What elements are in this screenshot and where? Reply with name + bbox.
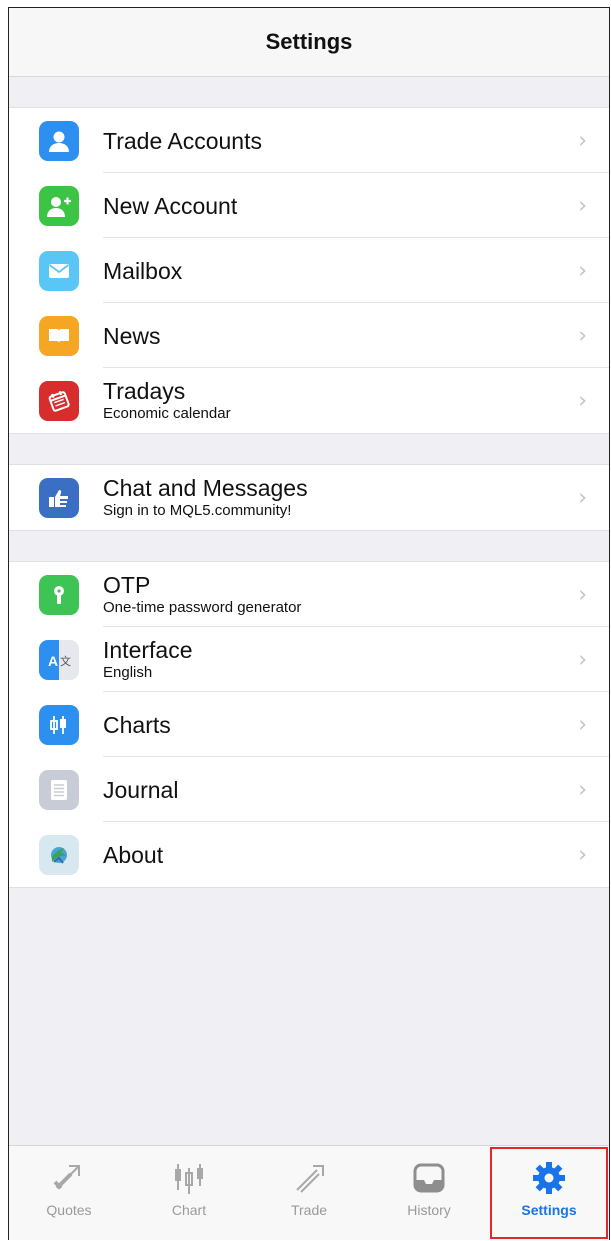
- mail-icon: [39, 250, 79, 291]
- gear-icon: [533, 1162, 565, 1194]
- tradays-item[interactable]: Tradays Economic calendar ›: [9, 368, 609, 433]
- add-person-icon: [39, 185, 79, 226]
- thumbs-up-icon: [39, 477, 79, 518]
- chevron-right-icon: ›: [578, 712, 587, 737]
- tab-trade[interactable]: Trade: [249, 1146, 369, 1240]
- item-label: New Account: [103, 192, 238, 219]
- item-label: About: [103, 841, 164, 868]
- mailbox-item[interactable]: Mailbox ›: [9, 238, 609, 303]
- otp-item[interactable]: OTP One-time password generator ›: [9, 562, 609, 627]
- chevron-right-icon: ›: [578, 582, 587, 607]
- chat-and-messages-item[interactable]: Chat and Messages Sign in to MQL5.commun…: [9, 465, 609, 530]
- chart-candles-icon: [175, 1164, 203, 1194]
- item-subtitle: English: [103, 664, 153, 681]
- item-label: Charts: [103, 711, 171, 738]
- interface-item[interactable]: A文 Interface English ›: [9, 627, 609, 692]
- book-icon: [39, 315, 79, 356]
- chevron-right-icon: ›: [578, 323, 587, 348]
- tab-label: History: [407, 1202, 451, 1218]
- item-subtitle: Sign in to MQL5.community!: [103, 502, 292, 519]
- trade-accounts-item[interactable]: Trade Accounts ›: [9, 108, 609, 173]
- chevron-right-icon: ›: [578, 647, 587, 672]
- about-item[interactable]: About ›: [9, 822, 609, 887]
- tab-quotes[interactable]: Quotes: [9, 1146, 129, 1240]
- chevron-right-icon: ›: [578, 777, 587, 802]
- chevron-right-icon: ›: [578, 485, 587, 510]
- svg-text:文: 文: [60, 654, 71, 668]
- person-icon: [39, 120, 79, 161]
- settings-screen: Settings Trade Accounts › New Account › …: [8, 7, 610, 1240]
- item-label: OTP: [103, 572, 151, 598]
- item-label: Chat and Messages: [103, 475, 308, 501]
- item-label: News: [103, 322, 161, 349]
- history-inbox-icon: [413, 1163, 445, 1193]
- svg-text:A: A: [48, 653, 58, 669]
- settings-group-accounts: Trade Accounts › New Account › Mailbox ›…: [9, 107, 609, 434]
- news-item[interactable]: News ›: [9, 303, 609, 368]
- chevron-right-icon: ›: [578, 128, 587, 153]
- item-label: Mailbox: [103, 257, 183, 284]
- tab-label: Settings: [521, 1202, 577, 1218]
- page-title: Settings: [265, 29, 353, 54]
- journal-icon: [39, 769, 79, 810]
- item-subtitle: Economic calendar: [103, 405, 231, 422]
- charts-item[interactable]: Charts ›: [9, 692, 609, 757]
- trade-icon: [296, 1165, 324, 1193]
- tab-history[interactable]: History: [369, 1146, 489, 1240]
- key-icon: [39, 574, 79, 615]
- tab-settings[interactable]: Settings: [489, 1146, 609, 1240]
- new-account-item[interactable]: New Account ›: [9, 173, 609, 238]
- tab-label: Chart: [171, 1202, 207, 1218]
- candlestick-icon: [39, 704, 79, 745]
- navigation-bar: Settings: [9, 8, 609, 77]
- mt-logo-icon: [39, 834, 79, 875]
- tab-bar: Quotes Chart Trade History Settings: [9, 1145, 609, 1240]
- settings-group-community: Chat and Messages Sign in to MQL5.commun…: [9, 464, 609, 531]
- item-label: Tradays: [103, 378, 186, 404]
- chevron-right-icon: ›: [578, 388, 587, 413]
- settings-group-app: OTP One-time password generator › A文 Int…: [9, 561, 609, 888]
- calendar-icon: [39, 380, 79, 421]
- tab-label: Quotes: [46, 1202, 92, 1218]
- item-label: Interface: [103, 637, 193, 663]
- chevron-right-icon: ›: [578, 193, 587, 218]
- journal-item[interactable]: Journal ›: [9, 757, 609, 822]
- chevron-right-icon: ›: [578, 842, 587, 867]
- tab-chart[interactable]: Chart: [129, 1146, 249, 1240]
- tab-label: Trade: [290, 1202, 328, 1218]
- translate-icon: A文: [39, 639, 79, 680]
- item-label: Journal: [103, 776, 179, 803]
- quotes-icon: [53, 1165, 80, 1190]
- chevron-right-icon: ›: [578, 258, 587, 283]
- item-label: Trade Accounts: [103, 127, 262, 154]
- item-subtitle: One-time password generator: [103, 599, 302, 616]
